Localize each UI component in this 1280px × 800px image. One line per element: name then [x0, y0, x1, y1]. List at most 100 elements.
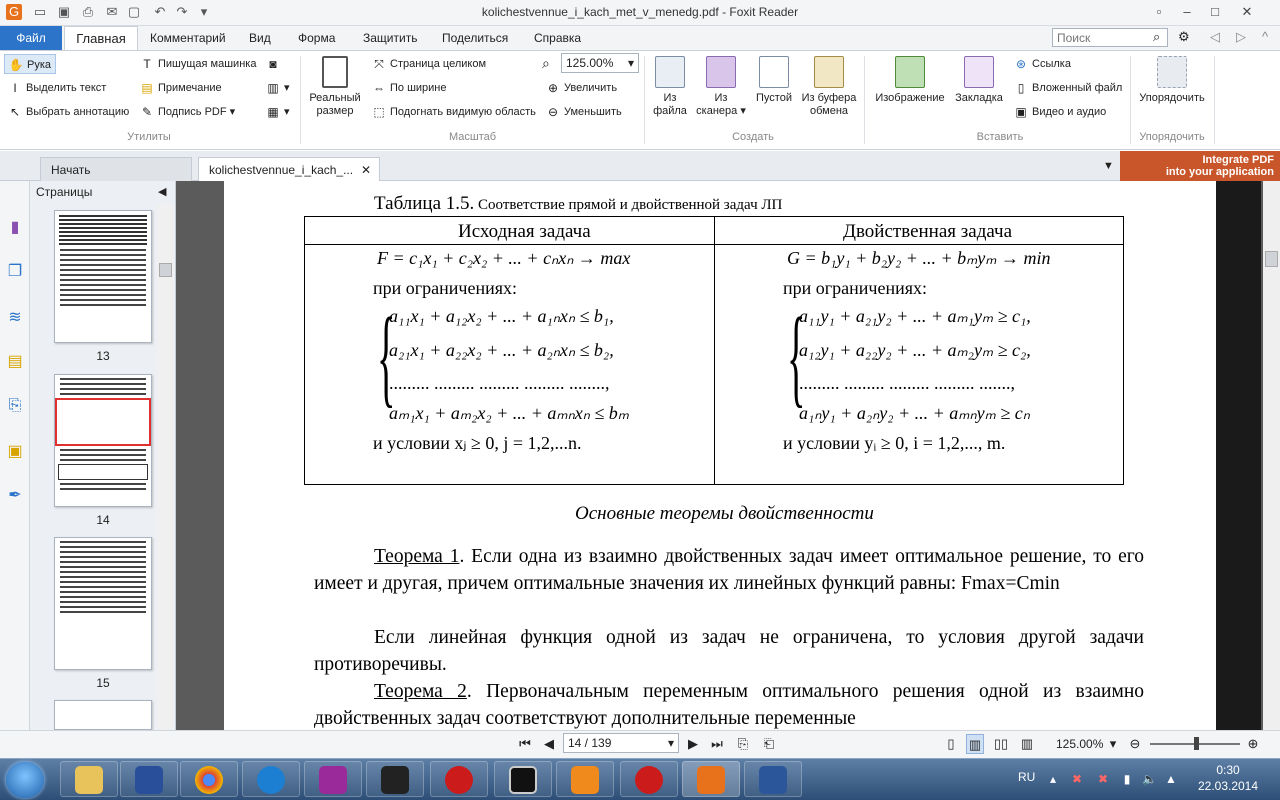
- fit-visible-button[interactable]: ⬚ Подогнать видимую область: [368, 102, 536, 122]
- tab-comment[interactable]: Комментарий: [150, 26, 226, 50]
- clock[interactable]: 0:30 22.03.2014: [1188, 762, 1268, 794]
- bookmark-button[interactable]: Закладка: [950, 56, 1008, 105]
- from-scanner-button[interactable]: Из сканера ▾: [694, 56, 748, 118]
- from-clipboard-button[interactable]: Из буфера обмена: [800, 56, 858, 118]
- fit-width-button[interactable]: ⇔ По ширине: [368, 78, 447, 98]
- player-taskbar-button[interactable]: [556, 761, 614, 797]
- floppy-taskbar-button[interactable]: [304, 761, 362, 797]
- tab-list-icon[interactable]: ▼: [1103, 160, 1114, 172]
- facing-page-icon[interactable]: ▯▯: [992, 734, 1010, 754]
- battery-icon[interactable]: ▮: [1120, 772, 1134, 786]
- chrome-taskbar-button[interactable]: [180, 761, 238, 797]
- volume-icon[interactable]: 🔈: [1142, 772, 1157, 786]
- previous-view-icon[interactable]: ⎘: [734, 734, 752, 754]
- next-view-icon[interactable]: ⎗: [760, 734, 778, 754]
- zoom-out-button[interactable]: ⊖ Уменьшить: [542, 102, 622, 122]
- restore-ribbon-icon[interactable]: ▫: [1148, 4, 1170, 20]
- vertical-scrollbar[interactable]: [1263, 181, 1280, 730]
- collapse-icon[interactable]: ^: [1262, 29, 1268, 44]
- zoom-out-icon[interactable]: ⊖: [1126, 734, 1144, 754]
- word-taskbar-button[interactable]: [744, 761, 802, 797]
- attachment-button[interactable]: ▯ Вложенный файл: [1010, 78, 1123, 98]
- fit-page-button[interactable]: ⤧ Страница целиком: [368, 54, 486, 74]
- save-app-taskbar-button[interactable]: [120, 761, 178, 797]
- tab-protect[interactable]: Защитить: [363, 26, 417, 50]
- tab-help[interactable]: Справка: [534, 26, 581, 50]
- tray-app-icon[interactable]: ✖: [1096, 772, 1110, 786]
- tray-app-icon[interactable]: ✖: [1070, 772, 1084, 786]
- close-button[interactable]: ✕: [1236, 4, 1258, 20]
- zoom-in-icon[interactable]: ⊕: [1244, 734, 1262, 754]
- comments-panel-icon[interactable]: ▤: [4, 351, 26, 373]
- video-audio-button[interactable]: ▣ Видео и аудио: [1010, 102, 1106, 122]
- settings-icon[interactable]: ⚙: [1178, 29, 1190, 45]
- security-panel-icon[interactable]: ▣: [4, 441, 26, 463]
- foxit-taskbar-button[interactable]: [682, 761, 740, 797]
- opera2-taskbar-button[interactable]: [620, 761, 678, 797]
- typewriter-button[interactable]: T Пишущая машинка: [136, 54, 256, 74]
- start-button[interactable]: [6, 762, 44, 798]
- from-file-button[interactable]: Из файла: [648, 56, 692, 118]
- page-thumbnail[interactable]: [54, 700, 152, 730]
- hand-tool-button[interactable]: ✋ Рука: [4, 54, 56, 74]
- tab-share[interactable]: Поделиться: [442, 26, 508, 50]
- first-page-icon[interactable]: ⏮: [516, 734, 534, 754]
- back-icon[interactable]: ◁: [1210, 29, 1220, 45]
- tab-start[interactable]: Начать: [40, 157, 192, 181]
- search-icon[interactable]: ⌕: [1153, 29, 1160, 45]
- last-page-icon[interactable]: ⏭: [708, 734, 726, 754]
- zoom-slider-handle[interactable]: [1194, 737, 1199, 750]
- continuous-page-icon[interactable]: ▥: [966, 734, 984, 754]
- snapshot-button[interactable]: ◙: [262, 54, 284, 74]
- internet-taskbar-button[interactable]: [242, 761, 300, 797]
- zoom-in-button[interactable]: ⊕ Увеличить: [542, 78, 617, 98]
- page-thumbnail[interactable]: [54, 537, 152, 670]
- select-text-button[interactable]: I Выделить текст: [4, 78, 106, 98]
- image-button[interactable]: Изображение: [872, 56, 948, 105]
- tab-home[interactable]: Главная: [64, 26, 138, 51]
- clipboard-button[interactable]: ▥ ▾: [262, 78, 289, 98]
- pages-panel-icon[interactable]: ❐: [4, 261, 26, 283]
- media-taskbar-button[interactable]: [494, 761, 552, 797]
- close-tab-icon[interactable]: ✕: [361, 158, 371, 182]
- sign-pdf-button[interactable]: ✎ Подпись PDF ▾: [136, 102, 235, 122]
- minimize-button[interactable]: –: [1176, 4, 1198, 20]
- blank-button[interactable]: Пустой: [752, 56, 796, 105]
- file-menu[interactable]: Файл: [0, 26, 62, 50]
- tray-expand-icon[interactable]: ▴: [1046, 772, 1060, 786]
- select-annotation-button[interactable]: ↖ Выбрать аннотацию: [4, 102, 129, 122]
- thumbnail-scrollbar[interactable]: [157, 205, 174, 730]
- note-button[interactable]: ▤ Примечание: [136, 78, 221, 98]
- attachments-panel-icon[interactable]: ⎘: [4, 395, 26, 417]
- game-taskbar-button[interactable]: [366, 761, 424, 797]
- page-number-input[interactable]: 14 / 139 ▾: [563, 733, 679, 753]
- forward-icon[interactable]: ▷: [1236, 29, 1246, 45]
- zoom-dropdown-icon[interactable]: ▾: [1104, 734, 1122, 754]
- zoom-level[interactable]: 125.00%: [1056, 737, 1103, 751]
- continuous-facing-icon[interactable]: ▥: [1018, 734, 1036, 754]
- tab-document[interactable]: kolichestvennue_i_kach_... ✕: [198, 157, 380, 181]
- explorer-taskbar-button[interactable]: [60, 761, 118, 797]
- page-thumbnail[interactable]: [54, 210, 152, 343]
- actual-size-button[interactable]: Реальный размер: [305, 56, 365, 118]
- network-icon[interactable]: ▲: [1164, 772, 1178, 786]
- link-button[interactable]: ⊛ Ссылка: [1010, 54, 1071, 74]
- collapse-panel-icon[interactable]: ◀: [158, 185, 166, 198]
- search-input[interactable]: [1052, 28, 1168, 47]
- tab-form[interactable]: Форма: [298, 26, 335, 50]
- promo-banner[interactable]: Integrate PDF into your application: [1120, 151, 1280, 181]
- tab-view[interactable]: Вид: [249, 26, 271, 50]
- language-indicator[interactable]: RU: [1018, 770, 1035, 784]
- arrange-button[interactable]: Упорядочить: [1134, 56, 1210, 105]
- single-page-icon[interactable]: ▯: [942, 734, 960, 754]
- previous-page-icon[interactable]: ◀: [540, 734, 558, 754]
- signatures-panel-icon[interactable]: ✒: [4, 485, 26, 507]
- maximize-button[interactable]: □: [1204, 4, 1226, 20]
- bookmarks-panel-icon[interactable]: ▮: [4, 217, 26, 239]
- layout-button[interactable]: ▦ ▾: [262, 102, 289, 122]
- layers-panel-icon[interactable]: ≋: [4, 307, 26, 329]
- next-page-icon[interactable]: ▶: [684, 734, 702, 754]
- opera-taskbar-button[interactable]: [430, 761, 488, 797]
- zoom-select[interactable]: 125.00% ▾: [561, 53, 639, 73]
- page-thumbnail-current[interactable]: [54, 374, 152, 507]
